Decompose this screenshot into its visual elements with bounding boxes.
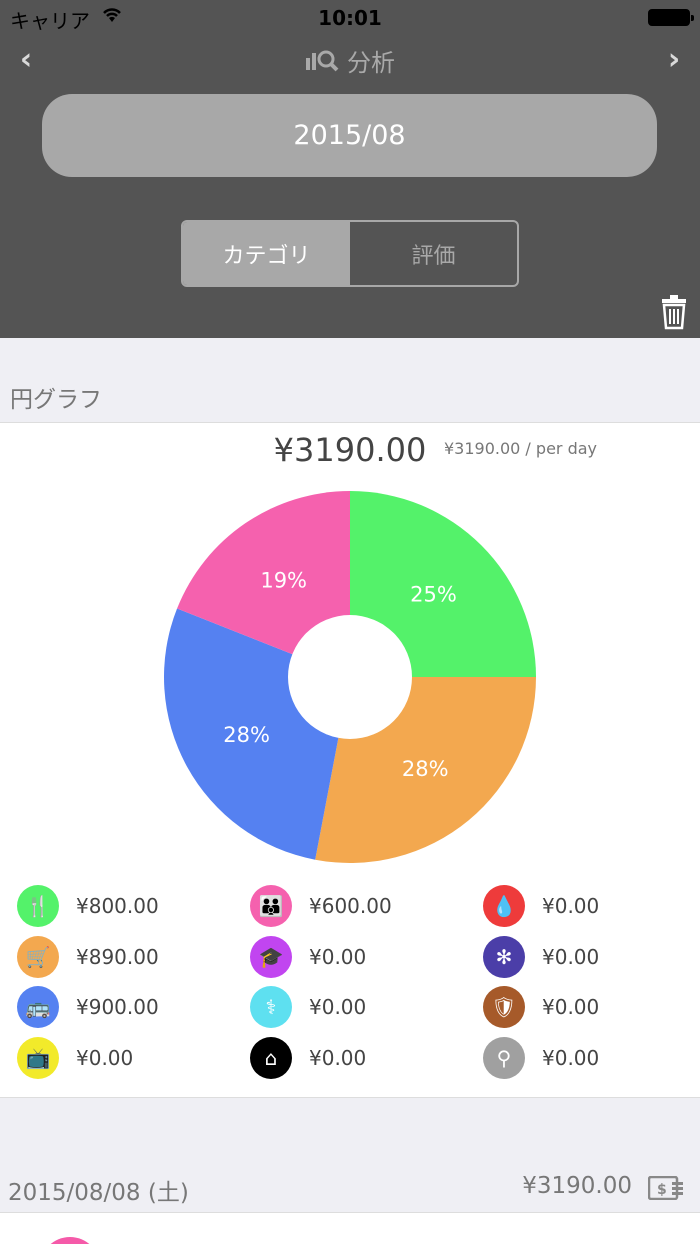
legend-item[interactable]: 🎓 ¥0.00 xyxy=(250,935,366,979)
legend-value: ¥0.00 xyxy=(309,945,367,969)
day-date: 2015/08/08 (土) xyxy=(8,1180,189,1206)
legend-item[interactable]: 👪 ¥600.00 xyxy=(250,884,392,928)
page-title: 分析 xyxy=(0,42,700,78)
legend-value: ¥0.00 xyxy=(309,995,367,1019)
legend-item[interactable]: ✻ ¥0.00 xyxy=(483,935,599,979)
legend-item[interactable]: 🛒 ¥890.00 xyxy=(17,935,159,979)
day-total: ¥3190.00 xyxy=(522,1173,632,1199)
expense-list xyxy=(0,1212,700,1244)
location-pin-icon: ⚲ xyxy=(483,1037,525,1079)
pie-chart-card: ¥3190.00 ¥3190.00 / per day 25% 28% 28% 19%… xyxy=(0,422,700,1098)
legend-item[interactable]: 🚌 ¥900.00 xyxy=(17,985,159,1029)
pie-slice-label-0: 25% xyxy=(410,583,457,607)
legend-value: ¥0.00 xyxy=(542,945,600,969)
legend-value: ¥900.00 xyxy=(76,995,159,1019)
analysis-icon xyxy=(306,50,339,72)
pie-chart: 25% 28% 28% 19% xyxy=(164,491,536,863)
legend-value: ¥0.00 xyxy=(542,1046,600,1070)
stethoscope-icon: ⚕ xyxy=(250,986,292,1028)
section-title: 円グラフ xyxy=(10,387,102,413)
day-summary-row[interactable]: 2015/08/08 (土) ¥3190.00 $ xyxy=(0,1165,700,1211)
clock: 10:01 xyxy=(318,6,382,30)
fork-knife-icon: 🍴 xyxy=(17,885,59,927)
pie-center-hole xyxy=(288,615,412,739)
pie-slice-label-3: 19% xyxy=(260,568,307,592)
legend-item[interactable]: 🍴 ¥800.00 xyxy=(17,884,159,928)
status-bar: キャリア 10:01 xyxy=(0,0,700,38)
legend-item[interactable]: 🛡 ¥0.00 xyxy=(483,985,599,1029)
people-icon: 👪 xyxy=(250,885,292,927)
legend-value: ¥0.00 xyxy=(309,1046,367,1070)
shield-icon: 🛡 xyxy=(483,986,525,1028)
per-day-amount: ¥3190.00 / per day xyxy=(444,439,597,458)
legend-item[interactable]: 💧 ¥0.00 xyxy=(483,884,599,928)
trash-icon[interactable] xyxy=(660,294,688,330)
page-title-label: 分析 xyxy=(347,48,395,77)
view-segmented-control: カテゴリ 評価 xyxy=(181,220,519,287)
drop-icon: 💧 xyxy=(483,885,525,927)
pie-slice-label-2: 28% xyxy=(223,723,270,747)
battery-icon xyxy=(648,9,694,26)
month-selector[interactable]: 2015/08 xyxy=(42,94,657,177)
cash-icon: $ xyxy=(648,1176,683,1200)
legend-value: ¥890.00 xyxy=(76,945,159,969)
legend-value: ¥0.00 xyxy=(542,995,600,1019)
legend-value: ¥800.00 xyxy=(76,894,159,918)
home-icon: ⌂ xyxy=(250,1037,292,1079)
graduation-cap-icon: 🎓 xyxy=(250,936,292,978)
header: キャリア 10:01 ‹ 分析 › 2015/08 カテゴリ 評価 xyxy=(0,0,700,338)
legend-item[interactable]: 📺 ¥0.00 xyxy=(17,1036,133,1080)
svg-text:$: $ xyxy=(657,1182,667,1198)
tv-icon: 📺 xyxy=(17,1037,59,1079)
legend-item[interactable]: ⚕ ¥0.00 xyxy=(250,985,366,1029)
tab-rating[interactable]: 評価 xyxy=(350,222,517,285)
legend-value: ¥600.00 xyxy=(309,894,392,918)
legend-value: ¥0.00 xyxy=(76,1046,134,1070)
legend-item[interactable]: ⚲ ¥0.00 xyxy=(483,1036,599,1080)
category-avatar[interactable] xyxy=(40,1237,100,1244)
tab-category[interactable]: カテゴリ xyxy=(183,222,350,285)
bus-icon: 🚌 xyxy=(17,986,59,1028)
cart-icon: 🛒 xyxy=(17,936,59,978)
legend-value: ¥0.00 xyxy=(542,894,600,918)
next-month-button[interactable]: › xyxy=(654,42,694,78)
legend-item[interactable]: ⌂ ¥0.00 xyxy=(250,1036,366,1080)
pie-slice-label-1: 28% xyxy=(402,757,449,781)
network-icon: ✻ xyxy=(483,936,525,978)
